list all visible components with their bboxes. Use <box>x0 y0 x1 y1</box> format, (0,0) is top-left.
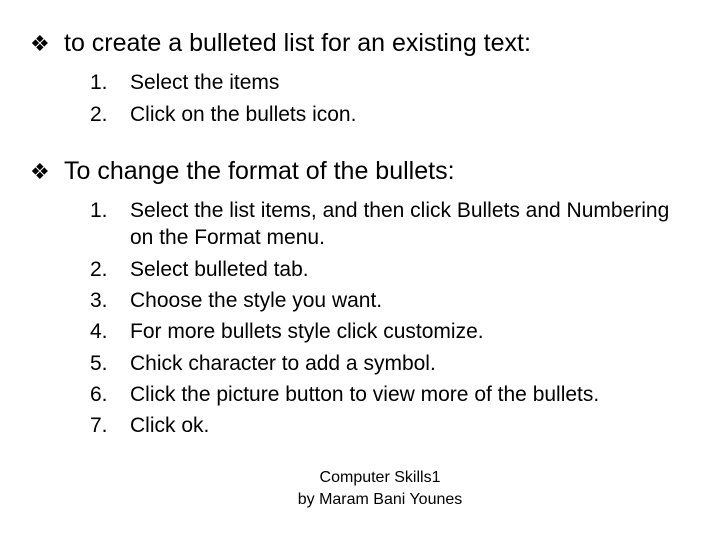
list-text: Select the items <box>130 69 279 96</box>
bullet-heading-row: ❖ To change the format of the bullets: <box>30 156 690 187</box>
list-text: Click on the bullets icon. <box>130 101 356 128</box>
list-number: 1. <box>90 199 130 223</box>
list-item: 4. For more bullets style click customiz… <box>90 318 690 345</box>
list-number: 5. <box>90 352 130 376</box>
list-number: 4. <box>90 320 130 344</box>
diamond-bullet-icon: ❖ <box>30 33 64 55</box>
list-item: 7. Click ok. <box>90 412 690 439</box>
list-number: 2. <box>90 103 130 127</box>
ordered-list: 1. Select the items 2. Click on the bull… <box>90 69 690 128</box>
diamond-bullet-icon: ❖ <box>30 161 64 183</box>
slide-footer: Computer Skills1 by Maram Bani Younes <box>30 467 690 510</box>
slide: ❖ to create a bulleted list for an exist… <box>0 0 720 511</box>
list-item: 1. Select the items <box>90 69 690 96</box>
list-item: 6. Click the picture button to view more… <box>90 381 690 408</box>
ordered-list: 1. Select the list items, and then click… <box>90 197 690 439</box>
bullet-heading-row: ❖ to create a bulleted list for an exist… <box>30 28 690 59</box>
list-item: 2. Select bulleted tab. <box>90 256 690 283</box>
list-number: 2. <box>90 258 130 282</box>
footer-line-1: Computer Skills1 <box>70 467 690 489</box>
section-change-format: ❖ To change the format of the bullets: 1… <box>30 156 690 440</box>
list-number: 6. <box>90 383 130 407</box>
list-item: 3. Choose the style you want. <box>90 287 690 314</box>
section-heading: To change the format of the bullets: <box>64 156 455 187</box>
list-item: 5. Chick character to add a symbol. <box>90 350 690 377</box>
list-text: Select bulleted tab. <box>130 256 309 283</box>
list-item: 1. Select the list items, and then click… <box>90 197 690 252</box>
list-text: Choose the style you want. <box>130 287 382 314</box>
footer-line-2: by Maram Bani Younes <box>70 489 690 511</box>
section-create-bulleted-list: ❖ to create a bulleted list for an exist… <box>30 28 690 128</box>
list-text: For more bullets style click customize. <box>130 318 484 345</box>
section-heading: to create a bulleted list for an existin… <box>64 28 531 59</box>
list-number: 3. <box>90 289 130 313</box>
list-text: Click the picture button to view more of… <box>130 381 599 408</box>
list-text: Select the list items, and then click Bu… <box>130 197 690 252</box>
list-item: 2. Click on the bullets icon. <box>90 101 690 128</box>
list-number: 7. <box>90 414 130 438</box>
list-text: Click ok. <box>130 412 209 439</box>
list-text: Chick character to add a symbol. <box>130 350 436 377</box>
list-number: 1. <box>90 71 130 95</box>
